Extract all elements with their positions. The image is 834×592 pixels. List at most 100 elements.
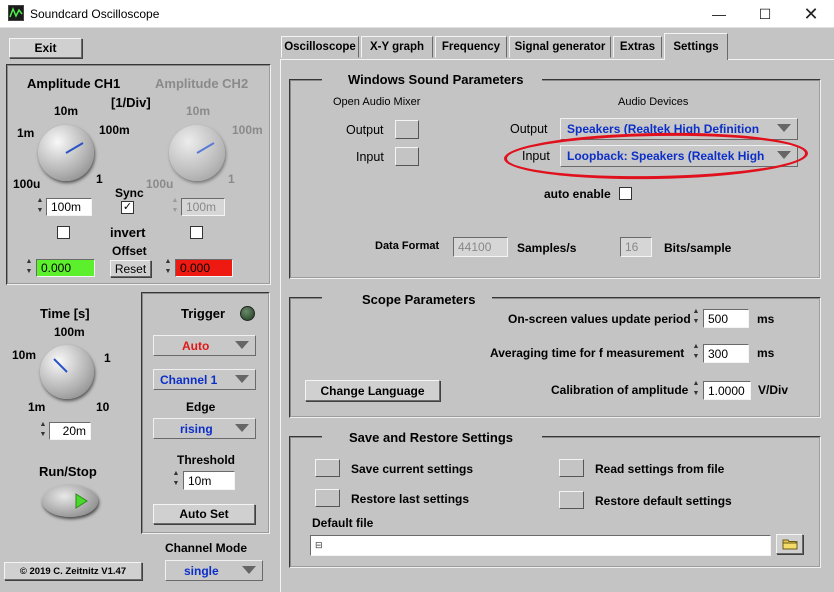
trigger-channel-value: Channel 1 xyxy=(160,372,218,387)
trigger-edge-dropdown[interactable]: rising xyxy=(153,418,256,439)
invert-label: invert xyxy=(110,225,146,240)
offset-label: Offset xyxy=(112,244,147,258)
calibration-label: Calibration of amplitude xyxy=(551,383,689,397)
auto-enable-label: auto enable xyxy=(544,187,611,201)
threshold-spin-icon[interactable]: ▲ ▼ xyxy=(171,469,181,489)
default-file-field[interactable]: ⊟ xyxy=(310,535,771,556)
maximize-icon[interactable]: ☐ xyxy=(742,0,788,28)
tab-oscilloscope[interactable]: Oscilloscope xyxy=(281,36,359,58)
read-file-button[interactable] xyxy=(559,459,584,477)
restore-last-button[interactable] xyxy=(315,489,340,507)
time-tick-10m: 10m xyxy=(12,348,37,362)
threshold-label: Threshold xyxy=(177,453,236,467)
ch2-offset-spin-icon[interactable]: ▲ ▼ xyxy=(163,257,173,277)
averaging-spin-icon[interactable]: ▲ ▼ xyxy=(691,342,701,362)
tab-extras[interactable]: Extras xyxy=(613,36,662,58)
bits-field[interactable]: 16 xyxy=(620,237,652,257)
read-file-label: Read settings from file xyxy=(595,462,725,476)
time-tick-1m: 1m xyxy=(28,400,46,414)
ch2-tick-1: 1 xyxy=(228,172,235,186)
update-period-label: On-screen values update period xyxy=(508,312,691,326)
ch2-invert-checkbox[interactable] xyxy=(190,226,203,239)
ch2-tick-100m: 100m xyxy=(232,123,263,137)
device-output-label: Output xyxy=(510,122,548,136)
samples-unit: Samples/s xyxy=(517,241,577,255)
ch1-amplitude-knob[interactable] xyxy=(38,125,94,181)
exit-button[interactable]: Exit xyxy=(9,38,82,58)
tab-signal-generator[interactable]: Signal generator xyxy=(509,36,611,58)
ch2-tick-10m: 10m xyxy=(186,104,211,118)
tab-xy-graph[interactable]: X-Y graph xyxy=(361,36,433,58)
sync-checkbox[interactable]: ✓ xyxy=(121,201,134,214)
save-current-button[interactable] xyxy=(315,459,340,477)
mixer-input-button[interactable] xyxy=(395,147,419,166)
sound-params-title: Windows Sound Parameters xyxy=(348,72,524,87)
chevron-down-icon xyxy=(235,341,249,349)
auto-set-button[interactable]: Auto Set xyxy=(153,504,255,524)
trigger-title: Trigger xyxy=(181,306,226,321)
channel-mode-dropdown[interactable]: single xyxy=(165,560,263,581)
default-file-label: Default file xyxy=(312,516,374,530)
change-language-button[interactable]: Change Language xyxy=(305,380,440,401)
ch2-offset-field[interactable]: 0.000 xyxy=(175,259,233,277)
trigger-edge-value: rising xyxy=(180,421,213,436)
calibration-unit: V/Div xyxy=(758,383,789,397)
title-bar: Soundcard Oscilloscope — ☐ ✕ xyxy=(0,0,834,28)
ch1-offset-field[interactable]: 0.000 xyxy=(36,259,95,277)
ch1-spin-icon[interactable]: ▲ ▼ xyxy=(35,196,45,216)
app-icon xyxy=(8,5,24,21)
update-spin-icon[interactable]: ▲ ▼ xyxy=(691,307,701,327)
ch1-tick-100m: 100m xyxy=(99,123,130,137)
restore-last-label: Restore last settings xyxy=(351,492,470,506)
update-period-field[interactable]: 500 xyxy=(703,309,749,328)
minimize-icon[interactable]: — xyxy=(696,0,742,28)
scope-params-title: Scope Parameters xyxy=(362,292,476,307)
ch2-amplitude-knob[interactable] xyxy=(169,125,225,181)
close-icon[interactable]: ✕ xyxy=(788,0,834,28)
restore-default-label: Restore default settings xyxy=(595,494,732,508)
restore-default-button[interactable] xyxy=(559,491,584,509)
chevron-down-icon xyxy=(242,566,256,574)
calibration-field[interactable]: 1.0000 xyxy=(703,381,751,400)
time-tick-1: 1 xyxy=(104,351,111,365)
ch2-amplitude-field[interactable]: 100m xyxy=(181,198,225,216)
time-tick-10: 10 xyxy=(96,400,110,414)
per-div-label: [1/Div] xyxy=(111,95,151,110)
window-title: Soundcard Oscilloscope xyxy=(30,7,160,21)
channel-mode-label: Channel Mode xyxy=(165,541,248,555)
ch2-spin-icon[interactable]: ▲ ▼ xyxy=(170,196,180,216)
ch1-offset-spin-icon[interactable]: ▲ ▼ xyxy=(24,257,34,277)
ch1-amplitude-field[interactable]: 100m xyxy=(46,198,92,216)
bits-unit: Bits/sample xyxy=(664,241,732,255)
ch1-tick-1m: 1m xyxy=(17,126,35,140)
audio-devices-title: Audio Devices xyxy=(618,96,689,108)
time-knob[interactable] xyxy=(40,345,94,399)
offset-reset-button[interactable]: Reset xyxy=(110,260,151,277)
run-stop-button[interactable] xyxy=(42,485,98,517)
time-field[interactable]: 20m xyxy=(49,422,91,440)
amplitude-ch1-title: Amplitude CH1 xyxy=(27,76,121,91)
threshold-field[interactable]: 10m xyxy=(183,471,235,490)
ch1-tick-100u: 100u xyxy=(13,177,41,191)
auto-enable-checkbox[interactable] xyxy=(619,187,632,200)
chevron-down-icon xyxy=(235,375,249,383)
trigger-mode-dropdown[interactable]: Auto xyxy=(153,335,256,356)
tab-frequency[interactable]: Frequency xyxy=(435,36,507,58)
trigger-channel-dropdown[interactable]: Channel 1 xyxy=(153,369,256,390)
calibration-spin-icon[interactable]: ▲ ▼ xyxy=(691,379,701,399)
update-period-unit: ms xyxy=(757,312,775,326)
ch1-invert-checkbox[interactable] xyxy=(57,226,70,239)
time-tick-100m: 100m xyxy=(54,325,85,339)
path-icon: ⊟ xyxy=(315,540,323,550)
mixer-output-button[interactable] xyxy=(395,120,419,139)
chevron-down-icon xyxy=(235,424,249,432)
time-spin-icon[interactable]: ▲ ▼ xyxy=(38,420,48,440)
run-stop-label: Run/Stop xyxy=(39,464,97,479)
data-format-label: Data Format xyxy=(375,240,440,252)
mixer-input-label: Input xyxy=(356,150,384,164)
sample-rate-field[interactable]: 44100 xyxy=(453,237,508,257)
trigger-led-icon xyxy=(240,306,255,321)
tab-settings[interactable]: Settings xyxy=(664,33,728,60)
folder-icon[interactable] xyxy=(776,534,803,554)
averaging-field[interactable]: 300 xyxy=(703,344,749,363)
